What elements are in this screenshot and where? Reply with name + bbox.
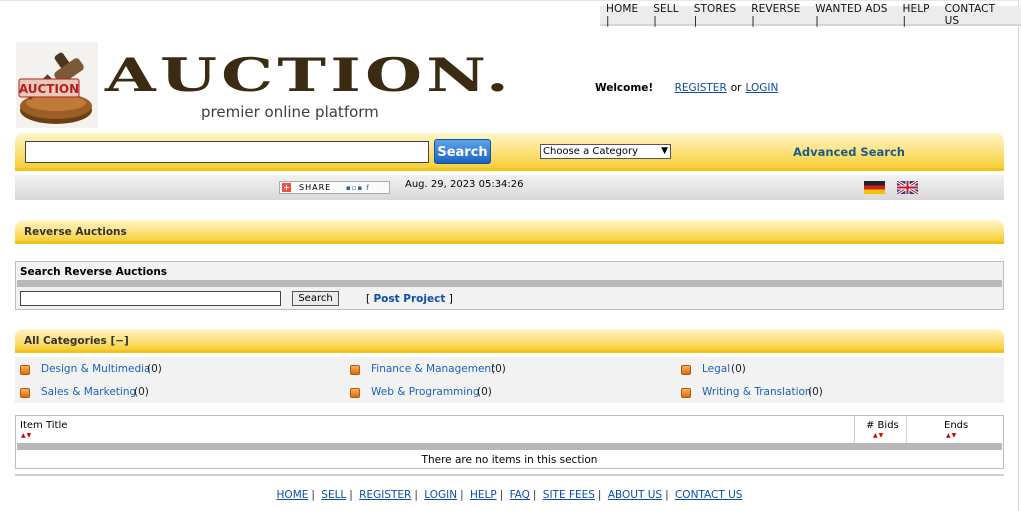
- chevron-down-icon: ▼: [661, 146, 668, 156]
- folder-icon: [350, 388, 360, 398]
- category-list: Design & Multimedia (0) Finance & Manage…: [15, 357, 1004, 403]
- search-input[interactable]: [25, 141, 429, 163]
- header-divider: [17, 443, 1002, 450]
- share-button[interactable]: + SHARE ▪▫▪ f: [279, 181, 390, 194]
- social-icons: ▪▫▪ f: [346, 184, 370, 192]
- nav-help[interactable]: HELP |: [899, 3, 941, 27]
- uk-flag-graphic: [897, 181, 918, 194]
- logo-badge-text: AUCTION: [19, 82, 79, 96]
- bracket-close: ]: [448, 293, 453, 305]
- reverse-search-button[interactable]: Search: [292, 291, 339, 306]
- category-select-value: Choose a Category: [543, 146, 639, 157]
- footer-home[interactable]: HOME: [277, 489, 309, 501]
- nav-home[interactable]: HOME |: [602, 3, 649, 27]
- uk-flag-icon[interactable]: [897, 181, 918, 194]
- top-nav: HOME | SELL | STORES | REVERSE | WANTED …: [600, 3, 1021, 27]
- footer-faq[interactable]: FAQ: [510, 489, 530, 501]
- post-project-link[interactable]: Post Project: [373, 293, 445, 305]
- reverse-search-input[interactable]: [20, 291, 281, 306]
- footer-sell[interactable]: SELL: [321, 489, 346, 501]
- footer-help[interactable]: HELP: [470, 489, 497, 501]
- register-link[interactable]: REGISTER: [675, 82, 727, 94]
- folder-icon: [350, 365, 360, 375]
- footer-divider: [15, 474, 1004, 476]
- welcome-text: Welcome!: [595, 82, 654, 94]
- share-label: SHARE: [299, 183, 332, 192]
- empty-message: There are no items in this section: [421, 454, 598, 466]
- category-count: (0): [808, 386, 823, 398]
- advanced-search-link[interactable]: Advanced Search: [793, 145, 905, 159]
- category-count: (0): [491, 363, 506, 375]
- category-count: (0): [731, 363, 746, 375]
- category-count: (0): [147, 363, 162, 375]
- all-categories-header[interactable]: All Categories [−]: [15, 329, 1004, 353]
- search-bar: Search Choose a Category ▼ Advanced Sear…: [15, 133, 1004, 171]
- footer-nav: HOME | SELL | REGISTER | LOGIN | HELP | FAQ | …: [276, 489, 743, 501]
- footer-site-fees[interactable]: SITE FEES: [543, 489, 595, 501]
- category-count: (0): [477, 386, 492, 398]
- folder-icon: [20, 388, 30, 398]
- divider: [17, 280, 1002, 287]
- footer-register[interactable]: REGISTER: [359, 489, 411, 501]
- category-count: (0): [134, 386, 149, 398]
- column-header-ends[interactable]: Ends: [944, 420, 968, 431]
- footer-login[interactable]: LOGIN: [424, 489, 457, 501]
- nav-reverse[interactable]: REVERSE |: [747, 3, 811, 27]
- folder-icon: [20, 365, 30, 375]
- or-text: or: [730, 82, 742, 94]
- welcome-area: Welcome! REGISTER or LOGIN: [595, 82, 782, 94]
- site-tagline: premier online platform: [201, 103, 379, 121]
- category-link[interactable]: Finance & Management: [371, 363, 495, 375]
- nav-stores[interactable]: STORES |: [690, 3, 748, 27]
- gavel-logo-icon: AUCTION: [18, 52, 92, 124]
- nav-contact-us[interactable]: CONTACT US: [941, 3, 1017, 27]
- column-header-item-title[interactable]: Item Title: [20, 420, 67, 431]
- footer-about-us[interactable]: ABOUT US: [608, 489, 662, 501]
- german-flag-icon[interactable]: [864, 181, 885, 194]
- info-bar: + SHARE ▪▫▪ f Aug. 29, 2023 05:34:26: [15, 175, 1004, 200]
- items-table: Item Title ▲▼ # Bids ▲▼ Ends ▲▼ There ar…: [15, 415, 1004, 469]
- nav-sell[interactable]: SELL |: [649, 3, 689, 27]
- folder-icon: [681, 388, 691, 398]
- site-wordmark: AUCTION.: [105, 48, 514, 102]
- category-link[interactable]: Sales & Marketing: [41, 386, 136, 398]
- reverse-auctions-title: Reverse Auctions: [24, 226, 127, 238]
- sort-arrows-icon[interactable]: ▲▼: [873, 432, 884, 439]
- sort-arrows-icon[interactable]: ▲▼: [946, 432, 957, 439]
- gavel-logo[interactable]: AUCTION: [16, 42, 98, 128]
- bracket-open: [: [366, 293, 371, 305]
- category-link[interactable]: Writing & Translation: [702, 386, 812, 398]
- search-button[interactable]: Search: [434, 139, 491, 164]
- category-link[interactable]: Web & Programming: [371, 386, 480, 398]
- footer-contact-us[interactable]: CONTACT US: [675, 489, 742, 501]
- reverse-auctions-header: Reverse Auctions: [15, 220, 1004, 244]
- column-header-bids[interactable]: # Bids: [866, 420, 899, 431]
- search-reverse-panel: Search Reverse Auctions Search [ Post Pr…: [15, 261, 1004, 310]
- category-select[interactable]: Choose a Category ▼: [540, 144, 671, 159]
- nav-wanted-ads[interactable]: WANTED ADS |: [811, 3, 898, 27]
- plus-icon: +: [282, 183, 291, 192]
- all-categories-title[interactable]: All Categories [−]: [24, 335, 129, 347]
- current-datetime: Aug. 29, 2023 05:34:26: [405, 179, 524, 190]
- post-project-area: [ Post Project ]: [366, 293, 453, 305]
- category-link[interactable]: Legal: [702, 363, 730, 375]
- folder-icon: [681, 365, 691, 375]
- search-reverse-title: Search Reverse Auctions: [20, 266, 168, 278]
- login-link[interactable]: LOGIN: [745, 82, 778, 94]
- sort-arrows-icon[interactable]: ▲▼: [21, 432, 32, 439]
- category-link[interactable]: Design & Multimedia: [41, 363, 151, 375]
